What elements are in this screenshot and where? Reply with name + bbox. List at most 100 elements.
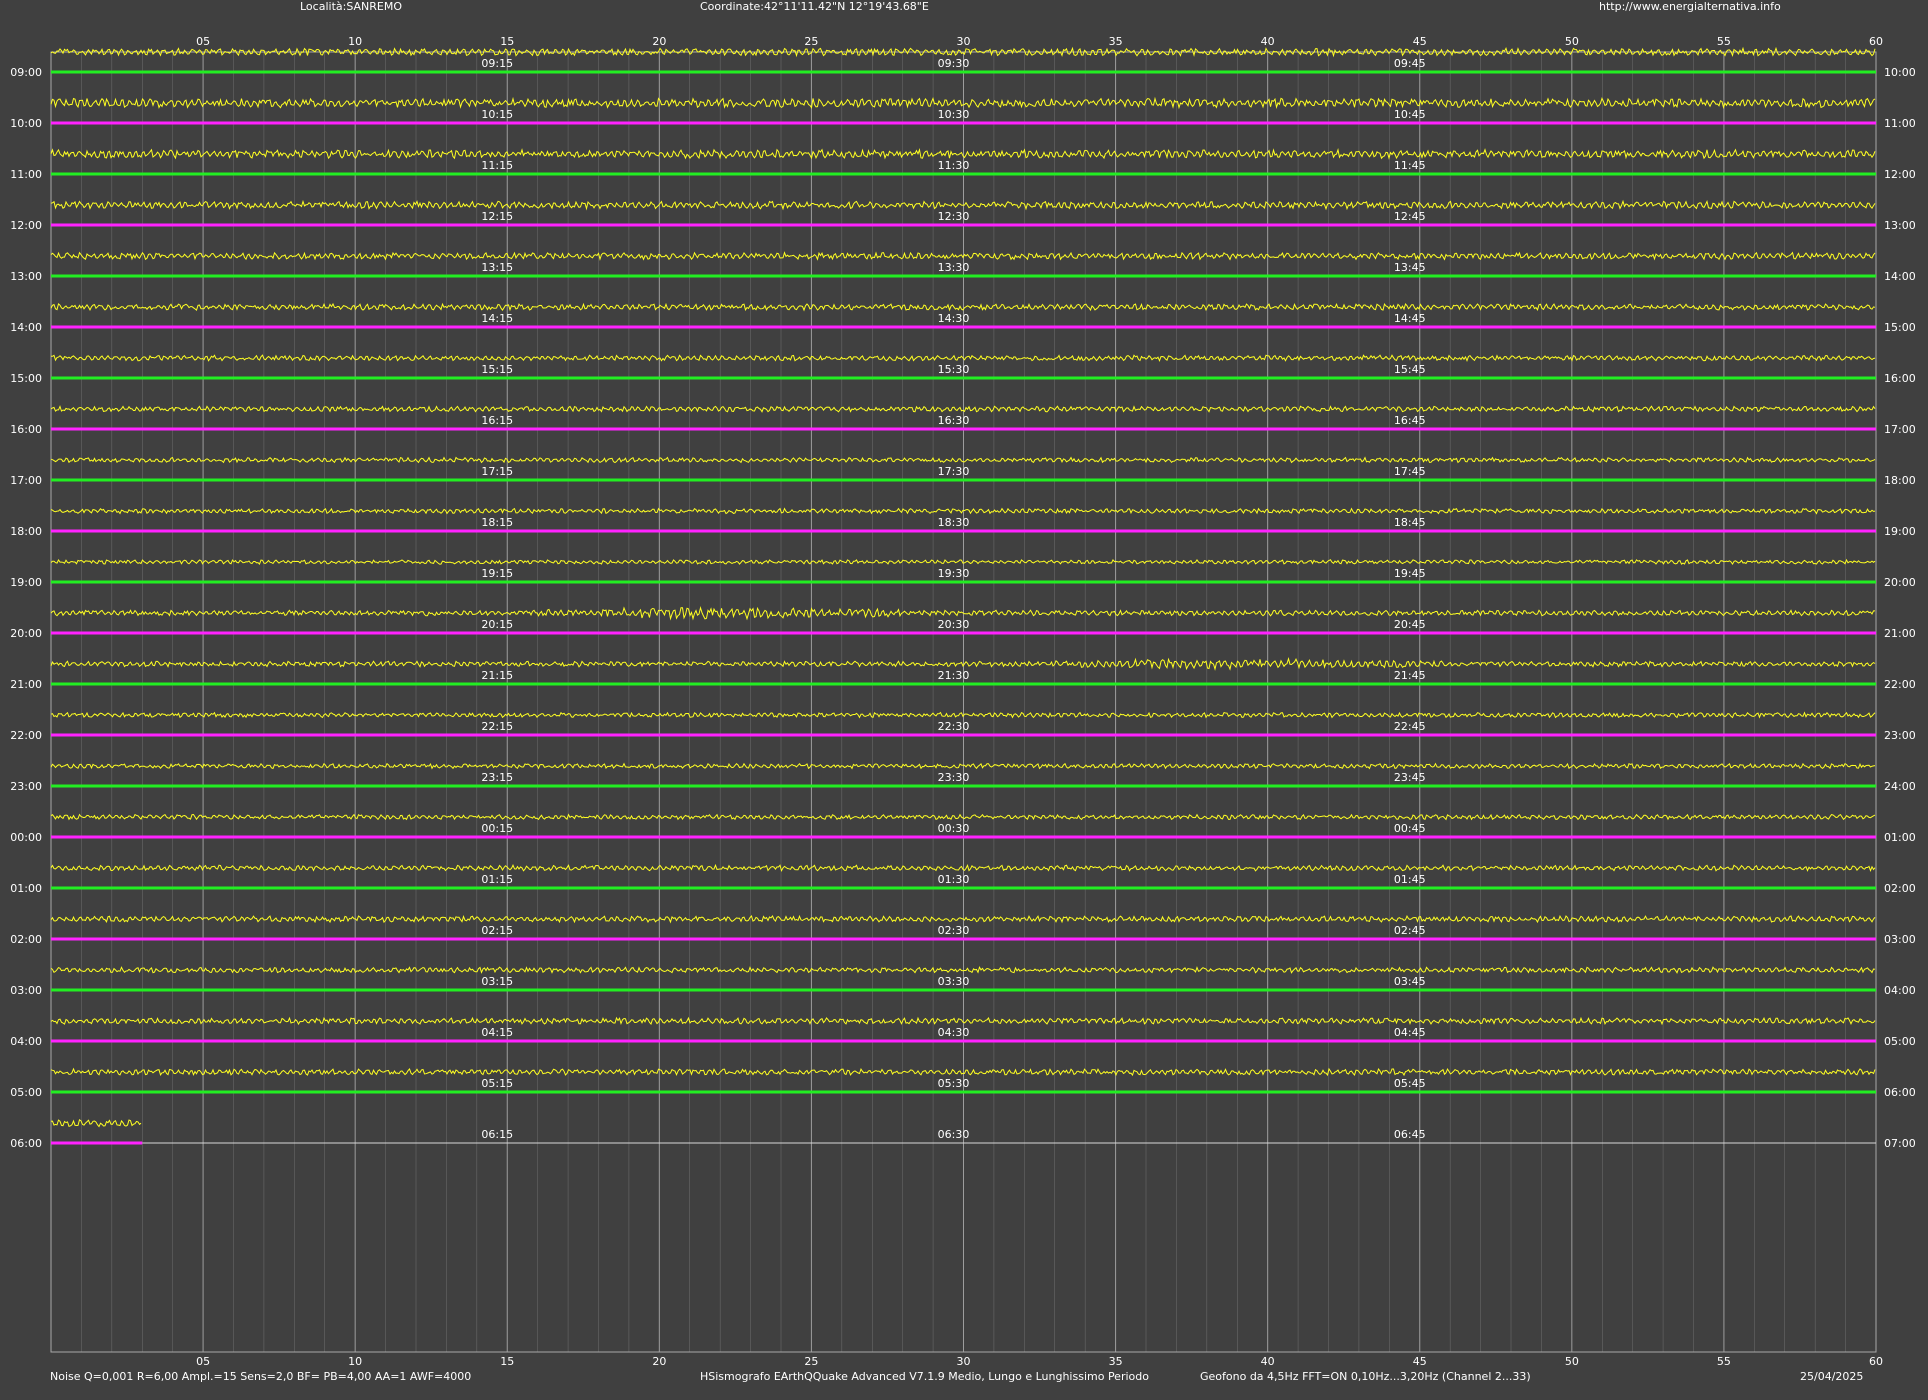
quarter-time-label: 05:30 [938,1077,970,1090]
hour-label-left: 01:00 [10,882,42,895]
x-tick-label-bottom: 55 [1717,1355,1731,1368]
settings-label: Noise Q=0,001 R=6,00 Ampl.=15 Sens=2,0 B… [50,1370,472,1383]
hour-label-right: 02:00 [1884,882,1916,895]
quarter-time-label: 13:30 [938,261,970,274]
quarter-time-label: 20:30 [938,618,970,631]
quarter-time-label: 01:45 [1394,873,1426,886]
x-tick-label-bottom: 10 [348,1355,362,1368]
hour-label-right: 23:00 [1884,729,1916,742]
quarter-time-label: 06:30 [938,1128,970,1141]
quarter-time-label: 00:30 [938,822,970,835]
hour-label-right: 11:00 [1884,117,1916,130]
hour-label-right: 22:00 [1884,678,1916,691]
hour-label-left: 10:00 [10,117,42,130]
quarter-time-label: 02:30 [938,924,970,937]
x-tick-label-top: 20 [652,35,666,48]
quarter-time-label: 09:30 [938,57,970,70]
hour-label-right: 20:00 [1884,576,1916,589]
x-tick-label-bottom: 40 [1261,1355,1275,1368]
date-label: 25/04/2025 [1800,1370,1864,1383]
hour-label-right: 19:00 [1884,525,1916,538]
hour-label-left: 06:00 [10,1137,42,1150]
x-tick-label-bottom: 50 [1565,1355,1579,1368]
hour-label-left: 14:00 [10,321,42,334]
hour-label-left: 23:00 [10,780,42,793]
quarter-time-label: 06:45 [1394,1128,1426,1141]
hour-label-left: 11:00 [10,168,42,181]
quarter-time-label: 15:15 [481,363,513,376]
x-tick-label-top: 50 [1565,35,1579,48]
hour-label-left: 16:00 [10,423,42,436]
quarter-time-label: 16:15 [481,414,513,427]
hour-label-right: 05:00 [1884,1035,1916,1048]
x-tick-label-top: 30 [957,35,971,48]
hour-label-left: 05:00 [10,1086,42,1099]
x-tick-label-bottom: 30 [957,1355,971,1368]
quarter-time-label: 02:15 [481,924,513,937]
hour-label-right: 10:00 [1884,66,1916,79]
quarter-time-label: 14:45 [1394,312,1426,325]
quarter-time-label: 04:45 [1394,1026,1426,1039]
hour-label-left: 03:00 [10,984,42,997]
quarter-time-label: 00:45 [1394,822,1426,835]
quarter-time-label: 10:30 [938,108,970,121]
x-tick-label-top: 15 [500,35,514,48]
hour-label-right: 04:00 [1884,984,1916,997]
hour-label-right: 16:00 [1884,372,1916,385]
quarter-time-label: 12:30 [938,210,970,223]
x-tick-label-bottom: 05 [196,1355,210,1368]
helicorder-chart: 05 05 10 10 15 15 20 20 25 25 30 30 35 35 40 40 45 45 50 50… [10,35,1916,1368]
hour-label-left: 22:00 [10,729,42,742]
hour-label-left: 17:00 [10,474,42,487]
quarter-time-label: 15:45 [1394,363,1426,376]
seismic-trace [50,1118,142,1128]
quarter-time-label: 05:15 [481,1077,513,1090]
hour-label-right: 06:00 [1884,1086,1916,1099]
quarter-time-label: 23:45 [1394,771,1426,784]
software-label: HSismografo EArthQQuake Advanced V7.1.9 … [700,1370,1149,1383]
quarter-time-label: 09:45 [1394,57,1426,70]
quarter-time-label: 17:15 [481,465,513,478]
hour-label-left: 13:00 [10,270,42,283]
x-tick-label-bottom: 20 [652,1355,666,1368]
hour-label-left: 00:00 [10,831,42,844]
quarter-time-label: 19:30 [938,567,970,580]
hour-label-right: 13:00 [1884,219,1916,232]
quarter-time-label: 02:45 [1394,924,1426,937]
x-tick-label-top: 05 [196,35,210,48]
quarter-time-label: 04:15 [481,1026,513,1039]
quarter-time-label: 00:15 [481,822,513,835]
hour-label-left: 18:00 [10,525,42,538]
quarter-time-label: 16:30 [938,414,970,427]
quarter-time-label: 01:30 [938,873,970,886]
quarter-time-label: 14:30 [938,312,970,325]
hour-label-right: 03:00 [1884,933,1916,946]
x-tick-label-bottom: 60 [1869,1355,1883,1368]
hour-label-right: 18:00 [1884,474,1916,487]
hour-label-right: 12:00 [1884,168,1916,181]
hour-label-left: 04:00 [10,1035,42,1048]
quarter-time-label: 10:45 [1394,108,1426,121]
quarter-time-label: 19:45 [1394,567,1426,580]
x-tick-label-top: 35 [1109,35,1123,48]
quarter-time-label: 05:45 [1394,1077,1426,1090]
quarter-time-label: 12:45 [1394,210,1426,223]
hour-label-right: 01:00 [1884,831,1916,844]
quarter-time-label: 23:15 [481,771,513,784]
quarter-time-label: 22:45 [1394,720,1426,733]
quarter-time-label: 06:15 [481,1128,513,1141]
quarter-time-label: 03:15 [481,975,513,988]
x-tick-label-top: 55 [1717,35,1731,48]
quarter-time-label: 15:30 [938,363,970,376]
quarter-time-label: 19:15 [481,567,513,580]
hour-label-right: 21:00 [1884,627,1916,640]
quarter-time-label: 22:15 [481,720,513,733]
x-tick-label-top: 25 [804,35,818,48]
quarter-time-label: 22:30 [938,720,970,733]
quarter-time-label: 18:15 [481,516,513,529]
x-tick-label-bottom: 45 [1413,1355,1427,1368]
quarter-time-label: 01:15 [481,873,513,886]
quarter-time-label: 18:45 [1394,516,1426,529]
quarter-time-label: 17:30 [938,465,970,478]
x-tick-label-top: 45 [1413,35,1427,48]
